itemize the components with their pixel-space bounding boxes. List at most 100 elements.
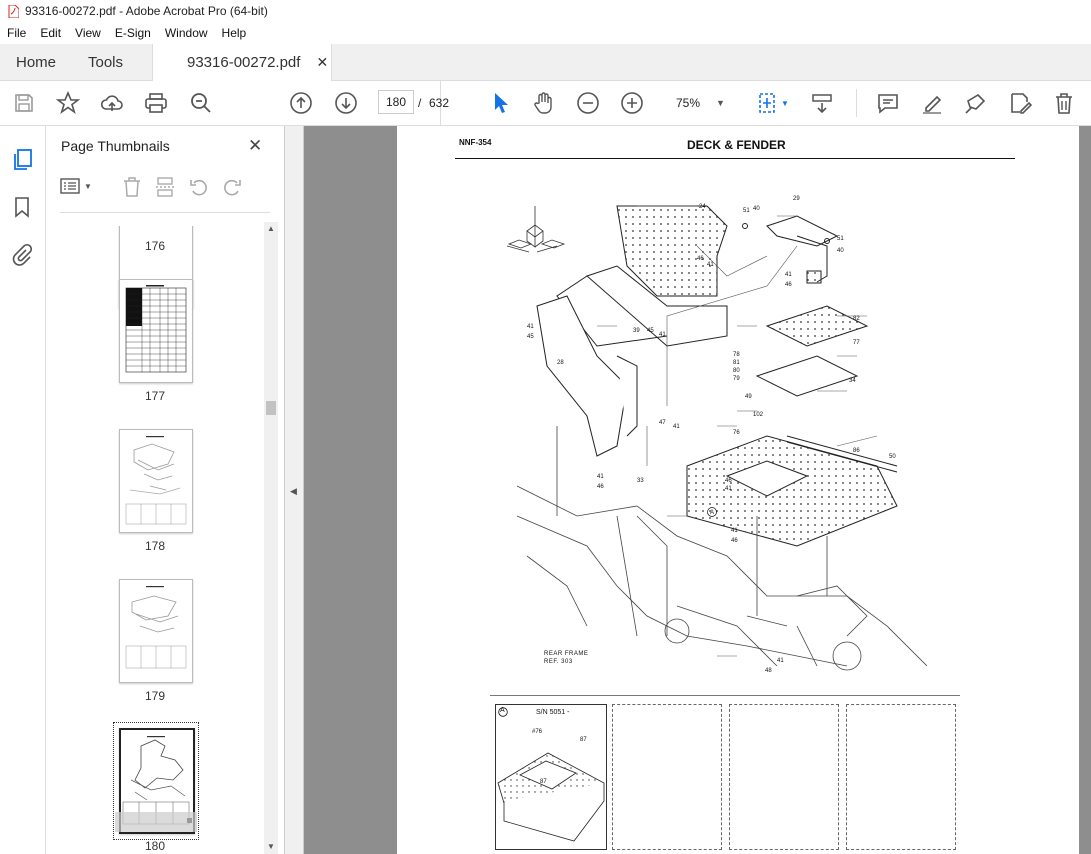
svg-text:47: 47 [659, 420, 666, 426]
thumbnail-list: 176 177 178 179 180 [46, 226, 264, 854]
part-24-cover [556, 205, 728, 347]
extract-pages-icon[interactable] [155, 176, 175, 203]
svg-text:41: 41 [707, 262, 714, 268]
menu-edit[interactable]: Edit [33, 26, 68, 40]
svg-text:34: 34 [849, 378, 856, 384]
delete-pages-icon[interactable] [122, 176, 142, 203]
svg-text:49: 49 [745, 394, 752, 400]
zoom-dropdown[interactable]: 75% ▼ [664, 91, 732, 115]
zoom-in-icon[interactable] [620, 91, 644, 115]
thumbnail-diagram-preview [125, 586, 187, 669]
thumbnail-label: 177 [144, 389, 166, 403]
fit-page-icon[interactable] [756, 91, 780, 115]
header-rule [455, 158, 1015, 159]
svg-text:41: 41 [725, 486, 732, 492]
options-chevron-icon: ▼ [84, 181, 92, 191]
rotate-counterclockwise-icon[interactable] [189, 177, 209, 202]
svg-text:48: 48 [765, 668, 772, 674]
toolbar-divider-2 [856, 89, 857, 117]
part-86-deck [686, 435, 898, 547]
inset-drawing [497, 752, 605, 842]
hand-tool-icon[interactable] [532, 91, 556, 115]
tab-home[interactable]: Home [16, 44, 56, 80]
svg-text:86: 86 [853, 448, 860, 454]
menu-window[interactable]: Window [158, 26, 215, 40]
chevron-down-icon: ▼ [716, 98, 725, 108]
upload-icon[interactable] [100, 91, 124, 115]
thumbnail-diagram-preview [125, 436, 187, 525]
save-icon[interactable] [12, 91, 36, 115]
close-panel-icon[interactable]: ✕ [248, 136, 262, 156]
pdf-file-icon [8, 4, 19, 18]
attachments-icon[interactable] [12, 242, 33, 271]
page-thumbnails-icon[interactable] [12, 148, 34, 177]
edit-pdf-icon[interactable] [1008, 91, 1032, 115]
frame-note-1: REAR FRAME [544, 651, 589, 657]
zoom-out-icon[interactable] [576, 91, 600, 115]
thumbnail-page-selected[interactable] [115, 728, 197, 834]
menu-view[interactable]: View [68, 26, 108, 40]
tab-bar: Home Tools 93316-00272.pdf ✕ [0, 44, 1091, 81]
pdf-page: NNF-354 DECK & FENDER 24 29 51 40 51 40 … [397, 126, 1079, 854]
svg-text:45: 45 [647, 328, 654, 334]
zoom-search-icon[interactable] [189, 91, 213, 115]
fit-page-dropdown-icon[interactable]: ▼ [781, 99, 789, 108]
highlight-pen-icon[interactable] [920, 91, 944, 115]
svg-text:41: 41 [527, 324, 534, 330]
scroll-down-icon[interactable]: ▼ [267, 842, 275, 851]
tab-document[interactable]: 93316-00272.pdf ✕ [152, 44, 332, 81]
thumbnail-page[interactable] [119, 579, 193, 683]
close-tab-icon[interactable]: ✕ [316, 54, 328, 71]
svg-text:46: 46 [731, 538, 738, 544]
svg-text:24: 24 [699, 204, 706, 210]
empty-inset-box [729, 704, 839, 850]
tab-tools[interactable]: Tools [88, 44, 123, 80]
svg-text:79: 79 [733, 376, 740, 382]
page-number-input[interactable]: 180 [378, 90, 414, 114]
viewer-scroll-edge [1079, 126, 1091, 854]
bookmark-star-icon[interactable] [56, 91, 80, 115]
print-icon[interactable] [144, 91, 168, 115]
comment-icon[interactable] [876, 91, 900, 115]
svg-text:41: 41 [731, 528, 738, 534]
svg-text:78: 78 [733, 352, 740, 358]
rotate-clockwise-icon[interactable] [222, 177, 242, 202]
svg-text:50: 50 [889, 454, 896, 460]
window-title: 93316-00272.pdf - Adobe Acrobat Pro (64-… [25, 4, 268, 18]
svg-text:46: 46 [725, 478, 732, 484]
bookmarks-icon[interactable] [13, 196, 31, 223]
orientation-icon [506, 206, 566, 253]
delete-icon[interactable] [1052, 91, 1076, 115]
inset-detail-a: A S/N 5051 - #76 87 87 [495, 704, 607, 850]
thumbnail-label: 178 [144, 539, 166, 553]
section-rule [490, 695, 960, 696]
scrollbar-thumb[interactable] [266, 401, 276, 415]
panel-collapse-strip[interactable]: ◀ [285, 126, 304, 854]
thumbnail-label: 179 [144, 689, 166, 703]
scroll-mode-icon[interactable] [810, 91, 834, 115]
next-page-icon[interactable] [334, 91, 358, 115]
scroll-up-icon[interactable]: ▲ [267, 224, 275, 233]
svg-text:51: 51 [743, 208, 750, 214]
thumbnail-page[interactable] [119, 429, 193, 533]
page-code: NNF-354 [459, 138, 492, 147]
thumbnail-options-button[interactable]: ▼ [60, 178, 92, 194]
svg-text:80: 80 [733, 368, 740, 374]
select-cursor-icon[interactable] [488, 91, 512, 115]
inset-callout: 87 [540, 779, 547, 785]
sign-icon[interactable] [964, 91, 988, 115]
menu-help[interactable]: Help [215, 26, 254, 40]
svg-text:82: 82 [853, 316, 860, 322]
menu-esign[interactable]: E-Sign [108, 26, 158, 40]
menu-file[interactable]: File [0, 26, 33, 40]
document-viewer[interactable]: NNF-354 DECK & FENDER 24 29 51 40 51 40 … [304, 126, 1091, 854]
svg-text:51: 51 [837, 236, 844, 242]
svg-text:39: 39 [633, 328, 640, 334]
previous-page-icon[interactable] [289, 91, 313, 115]
thumbnail-page[interactable] [119, 279, 193, 383]
empty-inset-box [846, 704, 956, 850]
svg-text:A: A [710, 510, 714, 516]
collapse-panel-icon[interactable]: ◀ [290, 486, 297, 497]
inset-callout: #76 [532, 729, 543, 735]
thumbnails-scrollbar[interactable]: ▲ ▼ [264, 222, 278, 854]
